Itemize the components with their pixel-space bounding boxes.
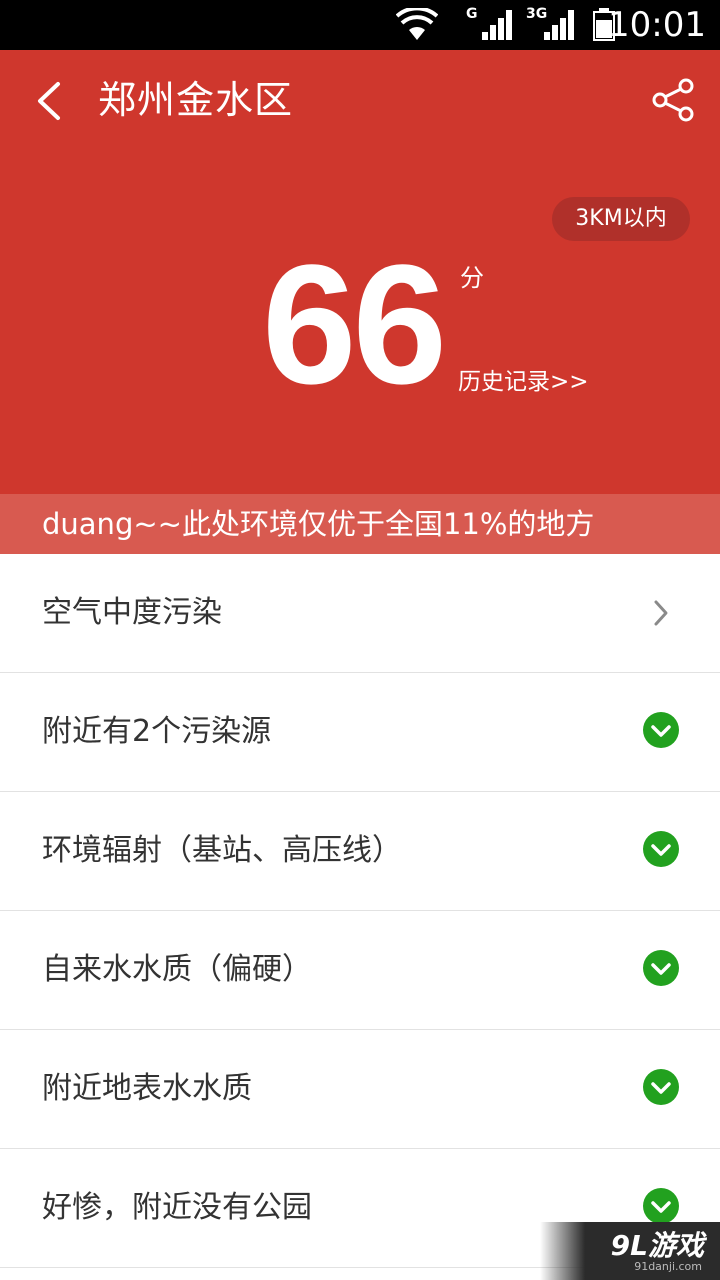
check-circle-icon xyxy=(643,712,679,748)
list-item-tap-water[interactable]: 自来水水质（偏硬） xyxy=(0,911,720,1030)
share-button[interactable] xyxy=(648,76,698,126)
chevron-right-icon xyxy=(654,600,668,626)
back-button[interactable] xyxy=(26,76,76,126)
score-unit: 分 xyxy=(460,264,484,292)
check-circle-icon xyxy=(643,1069,679,1105)
watermark: 9L游戏 91danji.com xyxy=(540,1222,720,1280)
page-title: 郑州金水区 xyxy=(98,78,294,122)
list-item-air-pollution[interactable]: 空气中度污染 xyxy=(0,554,720,673)
watermark-site: 91danji.com xyxy=(634,1260,702,1273)
check-circle-icon xyxy=(643,831,679,867)
watermark-logo: 9L游戏 xyxy=(610,1229,704,1262)
clock: 10:01 xyxy=(608,5,706,45)
list-item-label: 好惨，附近没有公园 xyxy=(42,1190,312,1225)
list-item-radiation[interactable]: 环境辐射（基站、高压线） xyxy=(0,792,720,911)
list-item-label: 空气中度污染 xyxy=(42,595,222,630)
environment-score: 66 xyxy=(262,230,447,420)
list-item-pollution-sources[interactable]: 附近有2个污染源 xyxy=(0,673,720,792)
list-item-surface-water[interactable]: 附近地表水水质 xyxy=(0,1030,720,1149)
chevron-left-icon xyxy=(38,82,60,120)
ranking-banner: duang~~此处环境仅优于全国11%的地方 xyxy=(0,494,720,554)
check-circle-icon xyxy=(643,1188,679,1224)
list-item-label: 附近地表水水质 xyxy=(42,1071,252,1106)
signal-icon xyxy=(482,10,512,40)
score-panel: 郑州金水区 3KM以内 66 分 历史记录>> duang~~此处环境仅优于全国… xyxy=(0,50,720,554)
list-item-label: 自来水水质（偏硬） xyxy=(42,952,312,987)
wifi-icon xyxy=(396,8,438,40)
signal-icon xyxy=(544,10,574,40)
list-item-label: 环境辐射（基站、高压线） xyxy=(42,833,402,868)
share-icon xyxy=(652,78,694,122)
history-link[interactable]: 历史记录>> xyxy=(458,362,589,396)
check-circle-icon xyxy=(643,950,679,986)
list-item-label: 附近有2个污染源 xyxy=(42,714,272,749)
range-badge[interactable]: 3KM以内 xyxy=(552,197,690,241)
status-bar: G 3G 10:01 xyxy=(0,0,720,50)
environment-items-list: 空气中度污染 附近有2个污染源 环境辐射（基站、高压线） 自来水水质（偏硬） 附… xyxy=(0,554,720,1268)
